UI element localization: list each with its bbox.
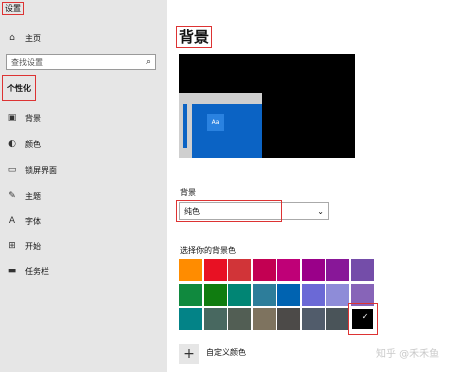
sidebar-item-themes[interactable]: ✎ 主题 [0,185,167,207]
chevron-down-icon: ⌄ [317,206,324,216]
selected-swatch-highlight [348,303,378,335]
color-swatch[interactable] [228,283,251,306]
palette-icon: ◐ [8,139,16,149]
sidebar-item-colors[interactable]: ◐ 颜色 [0,133,167,155]
taskbar-icon: ▬ [7,266,17,276]
preview-tiles [192,104,262,158]
section-title: 个性化 [2,75,36,101]
color-swatch[interactable] [326,259,349,281]
sidebar-item-start[interactable]: ⊞ 开始 [0,235,167,257]
color-swatch[interactable] [277,283,300,306]
brush-icon: ✎ [8,191,16,201]
color-swatch[interactable] [203,259,227,281]
image-icon: ▣ [7,113,17,123]
color-swatch[interactable] [203,283,227,306]
color-swatch[interactable] [326,308,349,330]
sidebar-item-label: 背景 [25,113,41,123]
search-icon: ⌕ [145,57,151,67]
sidebar: 设置 ⌂ 主页 查找设置 ⌕ 个性化 ▣ 背景 ◐ 颜色 ▭ 锁屏界面 ✎ 主题… [0,0,167,372]
color-swatch[interactable] [252,259,276,281]
sidebar-item-label: 主页 [25,33,41,43]
sidebar-item-taskbar[interactable]: ▬ 任务栏 [0,260,167,282]
dropdown-highlight [176,200,282,222]
grid-icon: ⊞ [8,241,16,251]
color-swatch[interactable] [252,283,276,306]
color-swatch[interactable] [179,283,202,306]
sidebar-item-fonts[interactable]: A 字体 [0,210,167,232]
monitor-icon: ▭ [7,165,17,175]
color-swatch[interactable] [228,259,251,281]
preview-start-strip [183,104,187,148]
color-swatch[interactable] [203,308,227,330]
color-swatch[interactable] [301,259,325,281]
color-swatch[interactable] [252,308,276,330]
sidebar-item-label: 锁屏界面 [25,165,57,175]
plus-icon: + [183,346,195,362]
preview-tile: Aa [207,114,224,131]
sidebar-item-background[interactable]: ▣ 背景 [0,107,167,129]
color-swatch[interactable] [228,308,251,330]
search-placeholder: 查找设置 [11,57,43,67]
home-icon: ⌂ [9,33,15,43]
sidebar-item-label: 开始 [25,241,41,251]
color-swatch[interactable] [301,283,325,306]
watermark: 知乎 @禾禾鱼 [376,349,440,360]
color-swatch[interactable] [179,308,202,330]
colors-label: 选择你的背景色 [180,246,236,255]
color-swatch[interactable] [301,308,325,330]
window-title: 设置 [2,2,24,15]
font-icon: A [8,216,16,226]
page-title: 背景 [176,26,213,48]
background-label: 背景 [180,188,196,197]
custom-color-label: 自定义颜色 [206,348,246,357]
sidebar-item-lockscreen[interactable]: ▭ 锁屏界面 [0,159,167,181]
sidebar-item-label: 任务栏 [25,266,49,276]
color-swatch[interactable] [179,259,202,281]
preview-window: Aa [179,93,262,158]
color-swatch[interactable] [277,259,300,281]
color-swatch[interactable] [326,283,349,306]
sidebar-item-label: 字体 [25,216,41,226]
custom-color-button[interactable]: + [179,344,199,364]
sidebar-item-home[interactable]: ⌂ 主页 [0,27,167,49]
color-swatch[interactable] [277,308,300,330]
background-preview: Aa [179,54,355,158]
sidebar-item-label: 颜色 [25,139,41,149]
sidebar-item-label: 主题 [25,191,41,201]
color-swatch[interactable] [350,259,374,281]
search-input[interactable]: 查找设置 ⌕ [6,54,156,70]
